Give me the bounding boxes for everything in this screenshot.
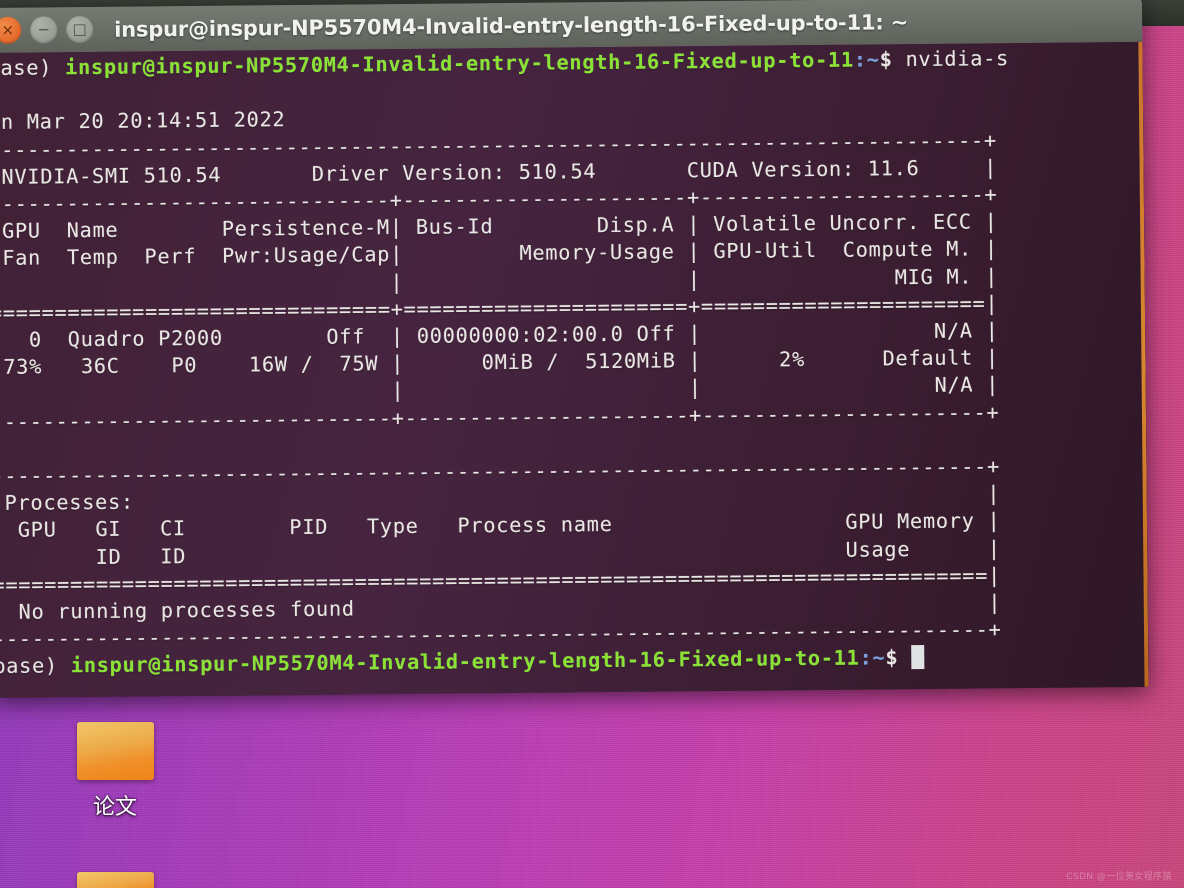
folder-icon [76,872,154,888]
desktop-icon-label: 论文 [92,795,137,820]
desktop-icon-secondary[interactable] [56,872,174,888]
terminal-output: (base) inspur@inspur-NP5570M4-Invalid-en… [0,46,1010,679]
screen-photo: 论文 × − □ inspur@inspur-NP5570M4-Invalid-… [0,0,1184,888]
minimize-icon[interactable]: − [30,16,58,44]
folder-icon [76,722,154,780]
close-icon[interactable]: × [0,16,22,44]
terminal-window[interactable]: × − □ inspur@inspur-NP5570M4-Invalid-ent… [0,0,1149,698]
maximize-icon[interactable]: □ [66,15,94,44]
desktop-icon-thesis[interactable]: 论文 [56,722,174,821]
window-title: inspur@inspur-NP5570M4-Invalid-entry-len… [114,9,909,42]
watermark-text: CSDN @一位美女程序猿 [1066,872,1172,882]
terminal-body[interactable]: (base) inspur@inspur-NP5570M4-Invalid-en… [0,41,1149,698]
